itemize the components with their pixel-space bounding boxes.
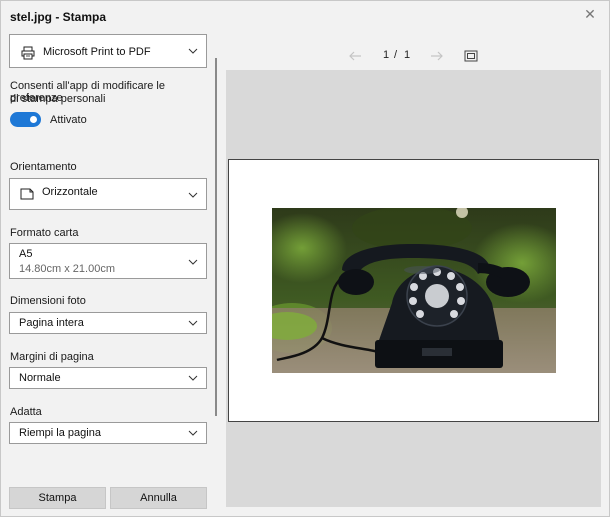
page-separator: / (394, 49, 398, 61)
fit-page-icon[interactable] (464, 50, 478, 62)
cancel-button[interactable]: Annulla (110, 487, 207, 509)
print-button[interactable]: Stampa (9, 487, 106, 509)
chevron-down-icon (188, 192, 198, 198)
photo-size-value: Pagina intera (19, 317, 84, 329)
photo-size-label: Dimensioni foto (10, 295, 86, 307)
fit-value: Riempi la pagina (19, 427, 101, 439)
dialog-title: stel.jpg - Stampa (10, 10, 107, 24)
toggle-label: Attivato (50, 114, 87, 126)
toggle-knob (30, 116, 37, 123)
orientation-select[interactable]: Orizzontale (9, 178, 207, 210)
printer-select[interactable]: Microsoft Print to PDF (9, 34, 207, 68)
photo-size-select[interactable]: Pagina intera (9, 312, 207, 334)
arrow-left-icon[interactable] (348, 50, 362, 62)
page-landscape-icon (20, 188, 34, 200)
printer-name: Microsoft Print to PDF (43, 46, 151, 58)
arrow-right-icon[interactable] (430, 50, 444, 62)
margins-value: Normale (19, 372, 61, 384)
printer-icon (21, 46, 35, 60)
chevron-down-icon (188, 48, 198, 54)
paper-size-detail: 14.80cm x 21.00cm (19, 263, 115, 275)
paper-size-select[interactable]: A5 14.80cm x 21.00cm (9, 243, 207, 279)
paper-size-label: Formato carta (10, 227, 79, 239)
preview-page (228, 159, 599, 422)
settings-panel: Microsoft Print to PDF Consenti all'app … (1, 29, 215, 474)
paper-size-value: A5 (19, 248, 33, 260)
page-current: 1 (383, 49, 390, 61)
telephone-photo-image (272, 208, 556, 373)
chevron-down-icon (188, 375, 198, 381)
margins-label: Margini di pagina (10, 351, 94, 363)
settings-scrollbar[interactable] (215, 58, 217, 416)
margins-select[interactable]: Normale (9, 367, 207, 389)
close-icon[interactable]: ✕ (580, 5, 600, 25)
orientation-label: Orientamento (10, 161, 77, 173)
chevron-down-icon (188, 430, 198, 436)
fit-label: Adatta (10, 406, 42, 418)
chevron-down-icon (188, 320, 198, 326)
chevron-down-icon (188, 259, 198, 265)
permission-toggle[interactable] (10, 112, 41, 127)
fit-select[interactable]: Riempi la pagina (9, 422, 207, 444)
preview-photo (272, 208, 556, 373)
print-dialog: stel.jpg - Stampa ✕ Microsoft Print to P… (0, 0, 610, 517)
page-total: 1 (404, 49, 411, 61)
permission-text-line2: di stampa personali (10, 93, 106, 105)
orientation-value: Orizzontale (42, 186, 98, 198)
